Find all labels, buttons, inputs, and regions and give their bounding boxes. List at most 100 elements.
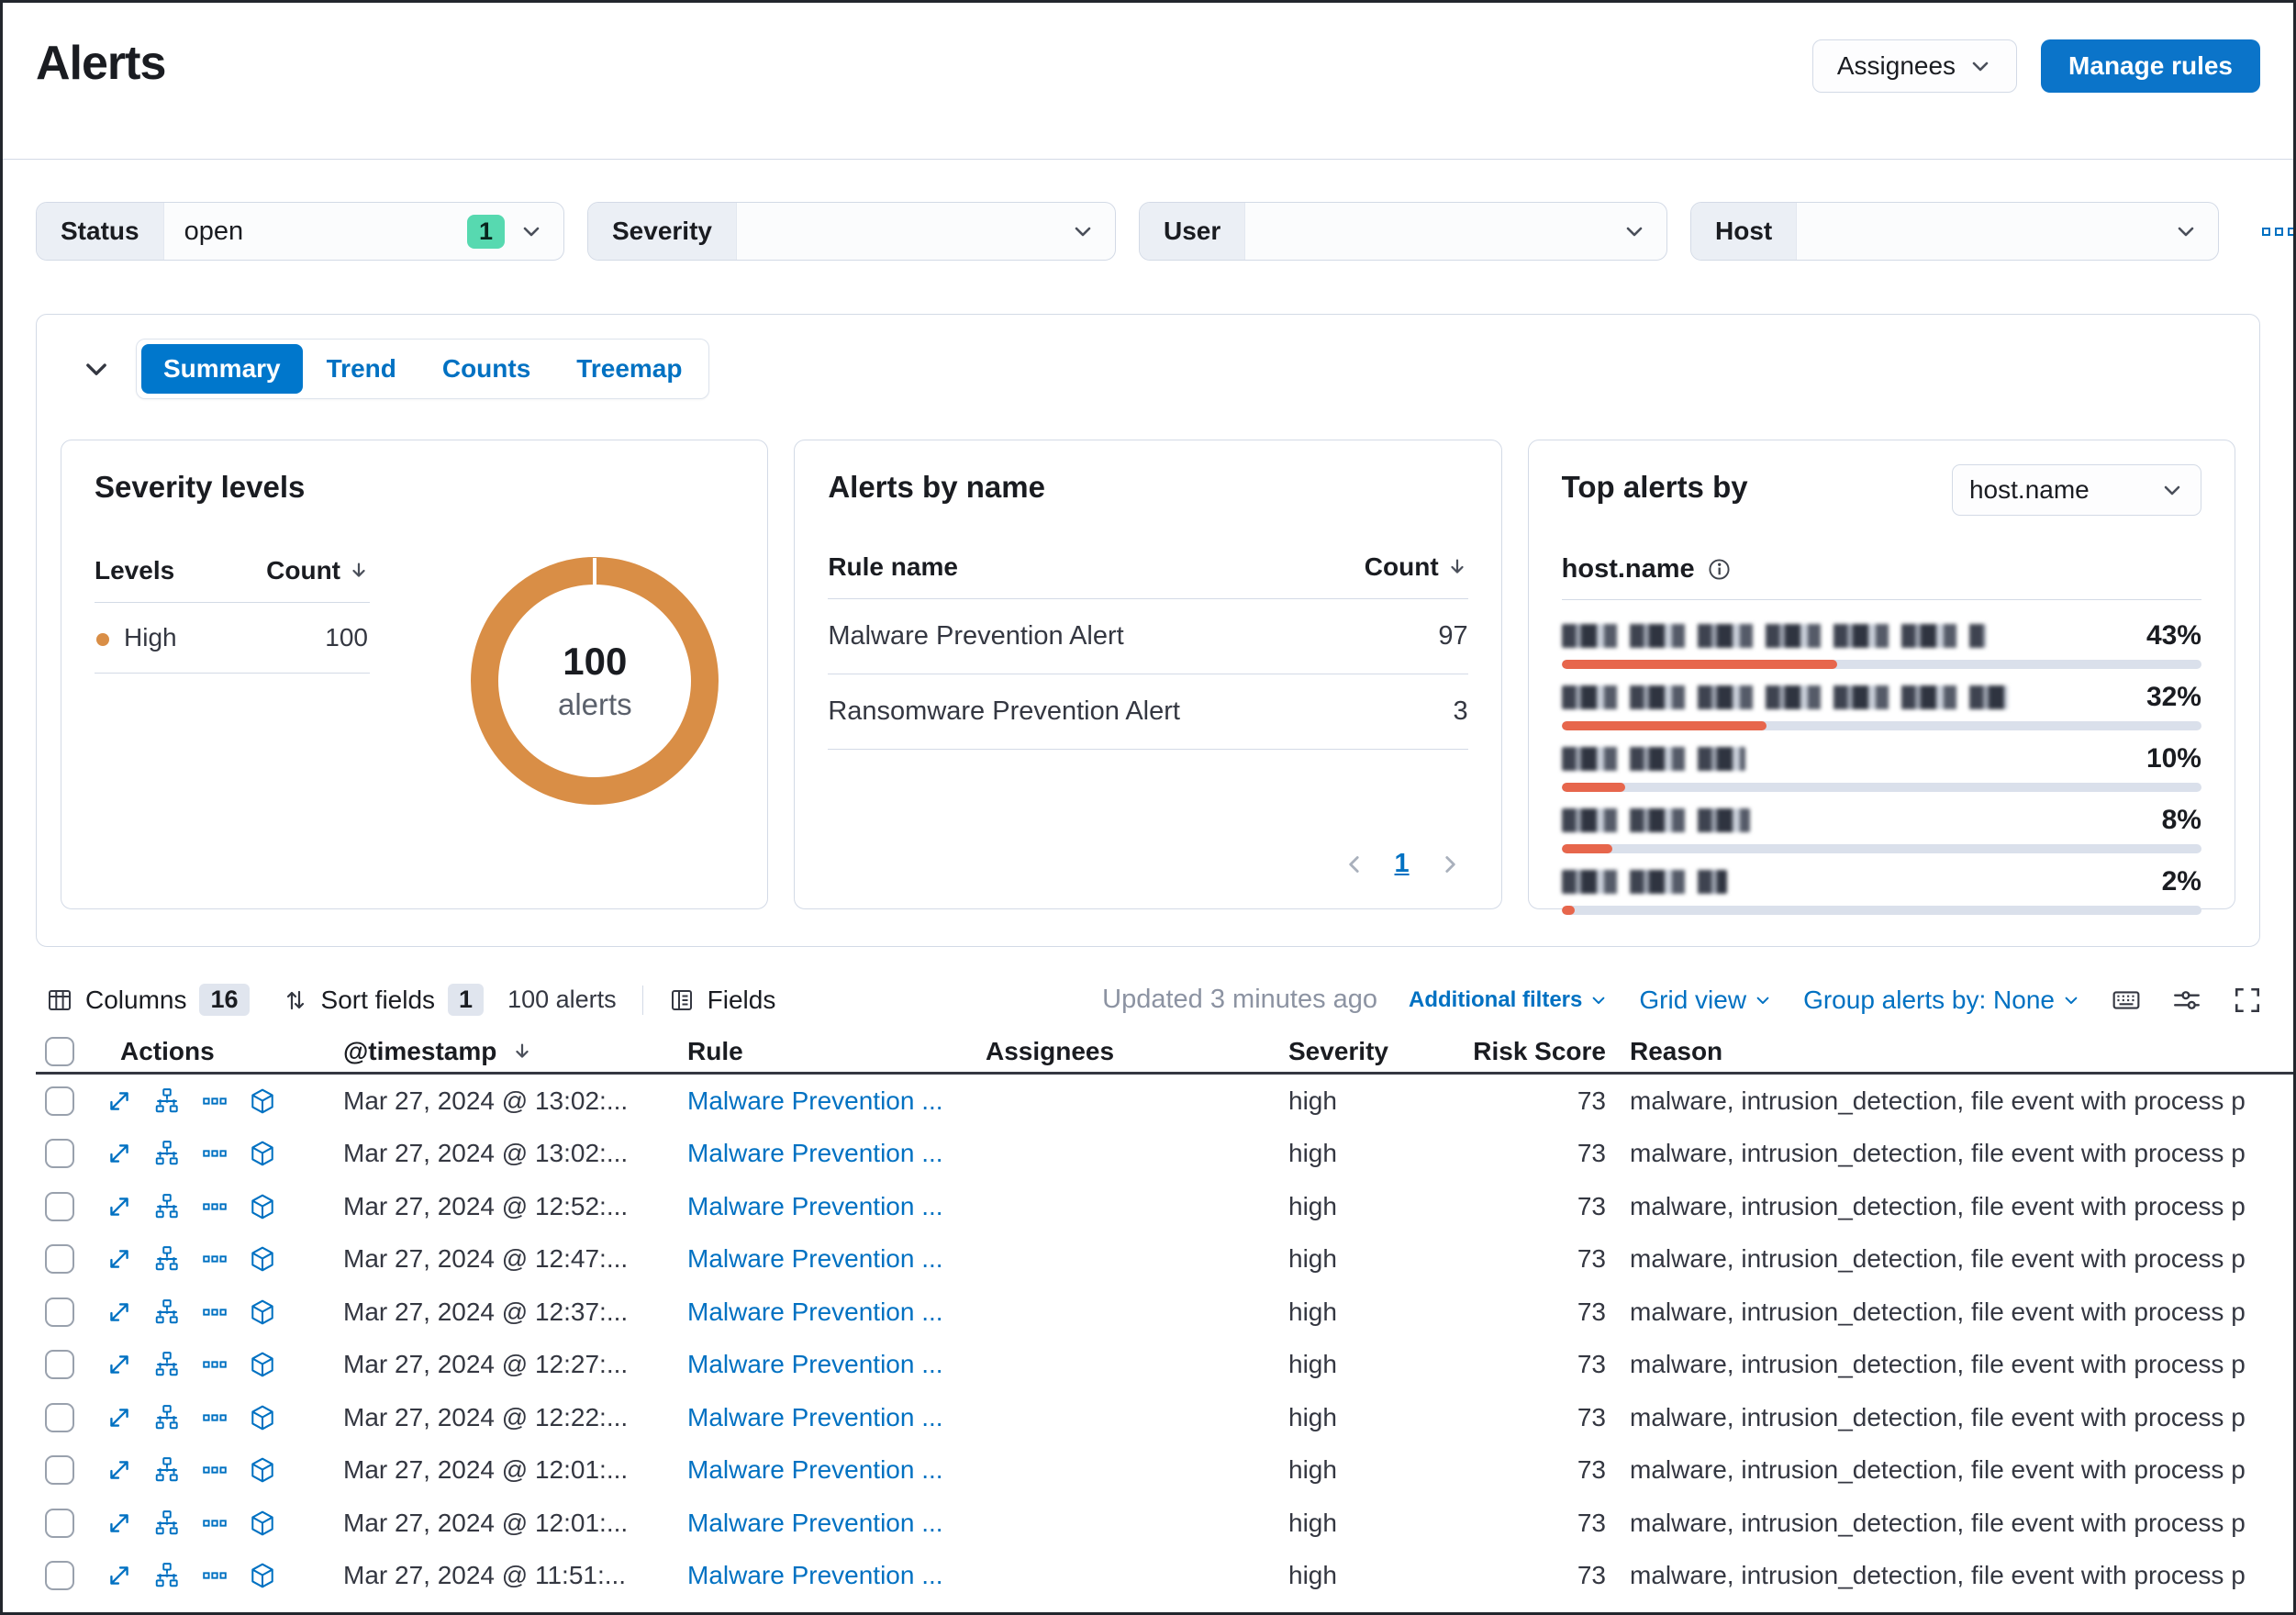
additional-filters-link[interactable]: Additional filters bbox=[1409, 987, 1608, 1013]
more-actions-icon[interactable] bbox=[201, 1140, 228, 1167]
severity-filter[interactable]: Severity bbox=[587, 202, 1116, 261]
rule-link[interactable]: Malware Prevention ... bbox=[687, 1455, 986, 1485]
assignees-button[interactable]: Assignees bbox=[1811, 39, 2018, 93]
analyzer-graph-icon[interactable] bbox=[153, 1245, 181, 1273]
analyzer-graph-icon[interactable] bbox=[153, 1298, 181, 1326]
col-assignees[interactable]: Assignees bbox=[986, 1037, 1288, 1066]
col-severity[interactable]: Severity bbox=[1288, 1037, 1472, 1066]
select-all-checkbox[interactable] bbox=[45, 1036, 74, 1066]
expand-alert-icon[interactable] bbox=[106, 1298, 133, 1326]
expand-alert-icon[interactable] bbox=[106, 1562, 133, 1589]
row-checkbox[interactable] bbox=[45, 1561, 74, 1591]
more-actions-icon[interactable] bbox=[201, 1562, 228, 1589]
more-actions-icon[interactable] bbox=[201, 1509, 228, 1537]
session-view-cube-icon[interactable] bbox=[249, 1140, 276, 1167]
more-actions-icon[interactable] bbox=[201, 1298, 228, 1326]
expand-alert-icon[interactable] bbox=[106, 1456, 133, 1484]
session-view-cube-icon[interactable] bbox=[249, 1087, 276, 1115]
manage-rules-button[interactable]: Manage rules bbox=[2041, 39, 2260, 93]
col-risk-score[interactable]: Risk Score bbox=[1472, 1037, 1610, 1066]
tab-trend[interactable]: Trend bbox=[305, 344, 418, 394]
session-view-cube-icon[interactable] bbox=[249, 1509, 276, 1537]
next-page-icon[interactable] bbox=[1437, 852, 1463, 877]
reason-cell: malware, intrusion_detection, file event… bbox=[1630, 1508, 2246, 1537]
more-actions-icon[interactable] bbox=[201, 1087, 228, 1115]
session-view-cube-icon[interactable] bbox=[249, 1456, 276, 1484]
severity-col-count[interactable]: Count bbox=[266, 556, 340, 585]
rule-link[interactable]: Malware Prevention ... bbox=[687, 1192, 986, 1221]
session-view-cube-icon[interactable] bbox=[249, 1245, 276, 1273]
rule-link[interactable]: Malware Prevention ... bbox=[687, 1298, 986, 1327]
analyzer-graph-icon[interactable] bbox=[153, 1562, 181, 1589]
expand-alert-icon[interactable] bbox=[106, 1509, 133, 1537]
alerts-table: Actions @timestamp Rule Assignees Severi… bbox=[36, 1030, 2293, 1602]
session-view-cube-icon[interactable] bbox=[249, 1298, 276, 1326]
more-actions-icon[interactable] bbox=[201, 1404, 228, 1431]
row-checkbox[interactable] bbox=[45, 1402, 74, 1432]
analyzer-graph-icon[interactable] bbox=[153, 1351, 181, 1378]
tab-counts[interactable]: Counts bbox=[420, 344, 552, 394]
grid-view-link[interactable]: Grid view bbox=[1639, 986, 1772, 1015]
analyzer-graph-icon[interactable] bbox=[153, 1456, 181, 1484]
expand-alert-icon[interactable] bbox=[106, 1404, 133, 1431]
session-view-cube-icon[interactable] bbox=[249, 1404, 276, 1431]
tab-summary[interactable]: Summary bbox=[141, 344, 303, 394]
analyzer-graph-icon[interactable] bbox=[153, 1087, 181, 1115]
fields-button[interactable]: Fields bbox=[669, 986, 775, 1015]
col-reason[interactable]: Reason bbox=[1610, 1037, 2293, 1066]
prev-page-icon[interactable] bbox=[1342, 852, 1367, 877]
columns-grid-icon bbox=[49, 989, 71, 1010]
tab-treemap[interactable]: Treemap bbox=[554, 344, 704, 394]
risk-score-cell: 73 bbox=[1577, 1455, 1606, 1485]
status-filter[interactable]: Status open 1 bbox=[36, 202, 564, 261]
analyzer-graph-icon[interactable] bbox=[153, 1404, 181, 1431]
row-checkbox[interactable] bbox=[45, 1244, 74, 1275]
rule-link[interactable]: Malware Prevention ... bbox=[687, 1509, 986, 1538]
analyzer-graph-icon[interactable] bbox=[153, 1193, 181, 1220]
keyboard-shortcuts-icon[interactable] bbox=[2112, 986, 2141, 1015]
severity-card-title: Severity levels bbox=[95, 470, 306, 504]
rule-link[interactable]: Malware Prevention ... bbox=[687, 1244, 986, 1274]
rule-link[interactable]: Malware Prevention ... bbox=[687, 1403, 986, 1432]
group-alerts-link[interactable]: Group alerts by: None bbox=[1803, 986, 2080, 1015]
fullscreen-icon[interactable] bbox=[2233, 986, 2262, 1015]
more-actions-icon[interactable] bbox=[201, 1193, 228, 1220]
display-options-icon[interactable] bbox=[2172, 986, 2201, 1015]
more-filters-icon[interactable] bbox=[2262, 227, 2293, 236]
rule-link[interactable]: Malware Prevention ... bbox=[687, 1350, 986, 1379]
expand-alert-icon[interactable] bbox=[106, 1140, 133, 1167]
row-checkbox[interactable] bbox=[45, 1191, 74, 1221]
fields-icon bbox=[671, 989, 692, 1010]
col-timestamp[interactable]: @timestamp bbox=[343, 1037, 687, 1066]
session-view-cube-icon[interactable] bbox=[249, 1351, 276, 1378]
analyzer-graph-icon[interactable] bbox=[153, 1509, 181, 1537]
more-actions-icon[interactable] bbox=[201, 1351, 228, 1378]
page-number[interactable]: 1 bbox=[1395, 849, 1410, 879]
user-filter[interactable]: User bbox=[1139, 202, 1667, 261]
row-checkbox[interactable] bbox=[45, 1086, 74, 1116]
session-view-cube-icon[interactable] bbox=[249, 1193, 276, 1220]
expand-alert-icon[interactable] bbox=[106, 1351, 133, 1378]
session-view-cube-icon[interactable] bbox=[249, 1562, 276, 1589]
more-actions-icon[interactable] bbox=[201, 1456, 228, 1484]
row-checkbox[interactable] bbox=[45, 1139, 74, 1169]
columns-button[interactable]: Columns 16 bbox=[47, 984, 250, 1016]
sort-fields-button[interactable]: Sort fields 1 bbox=[283, 984, 485, 1016]
col-rule[interactable]: Rule bbox=[687, 1037, 986, 1066]
rule-link[interactable]: Malware Prevention ... bbox=[687, 1086, 986, 1116]
row-checkbox[interactable] bbox=[45, 1455, 74, 1486]
expand-alert-icon[interactable] bbox=[106, 1193, 133, 1220]
rule-link[interactable]: Malware Prevention ... bbox=[687, 1139, 986, 1168]
top-alerts-field-select[interactable]: host.name bbox=[1951, 464, 2201, 516]
analyzer-graph-icon[interactable] bbox=[153, 1140, 181, 1167]
row-checkbox[interactable] bbox=[45, 1508, 74, 1538]
expand-alert-icon[interactable] bbox=[106, 1245, 133, 1273]
row-checkbox[interactable] bbox=[45, 1297, 74, 1327]
collapse-chevron-icon[interactable] bbox=[81, 353, 112, 384]
rule-link[interactable]: Malware Prevention ... bbox=[687, 1561, 986, 1590]
expand-alert-icon[interactable] bbox=[106, 1087, 133, 1115]
row-checkbox[interactable] bbox=[45, 1350, 74, 1380]
count-col[interactable]: Count bbox=[1365, 552, 1439, 581]
host-filter[interactable]: Host bbox=[1690, 202, 2219, 261]
more-actions-icon[interactable] bbox=[201, 1245, 228, 1273]
